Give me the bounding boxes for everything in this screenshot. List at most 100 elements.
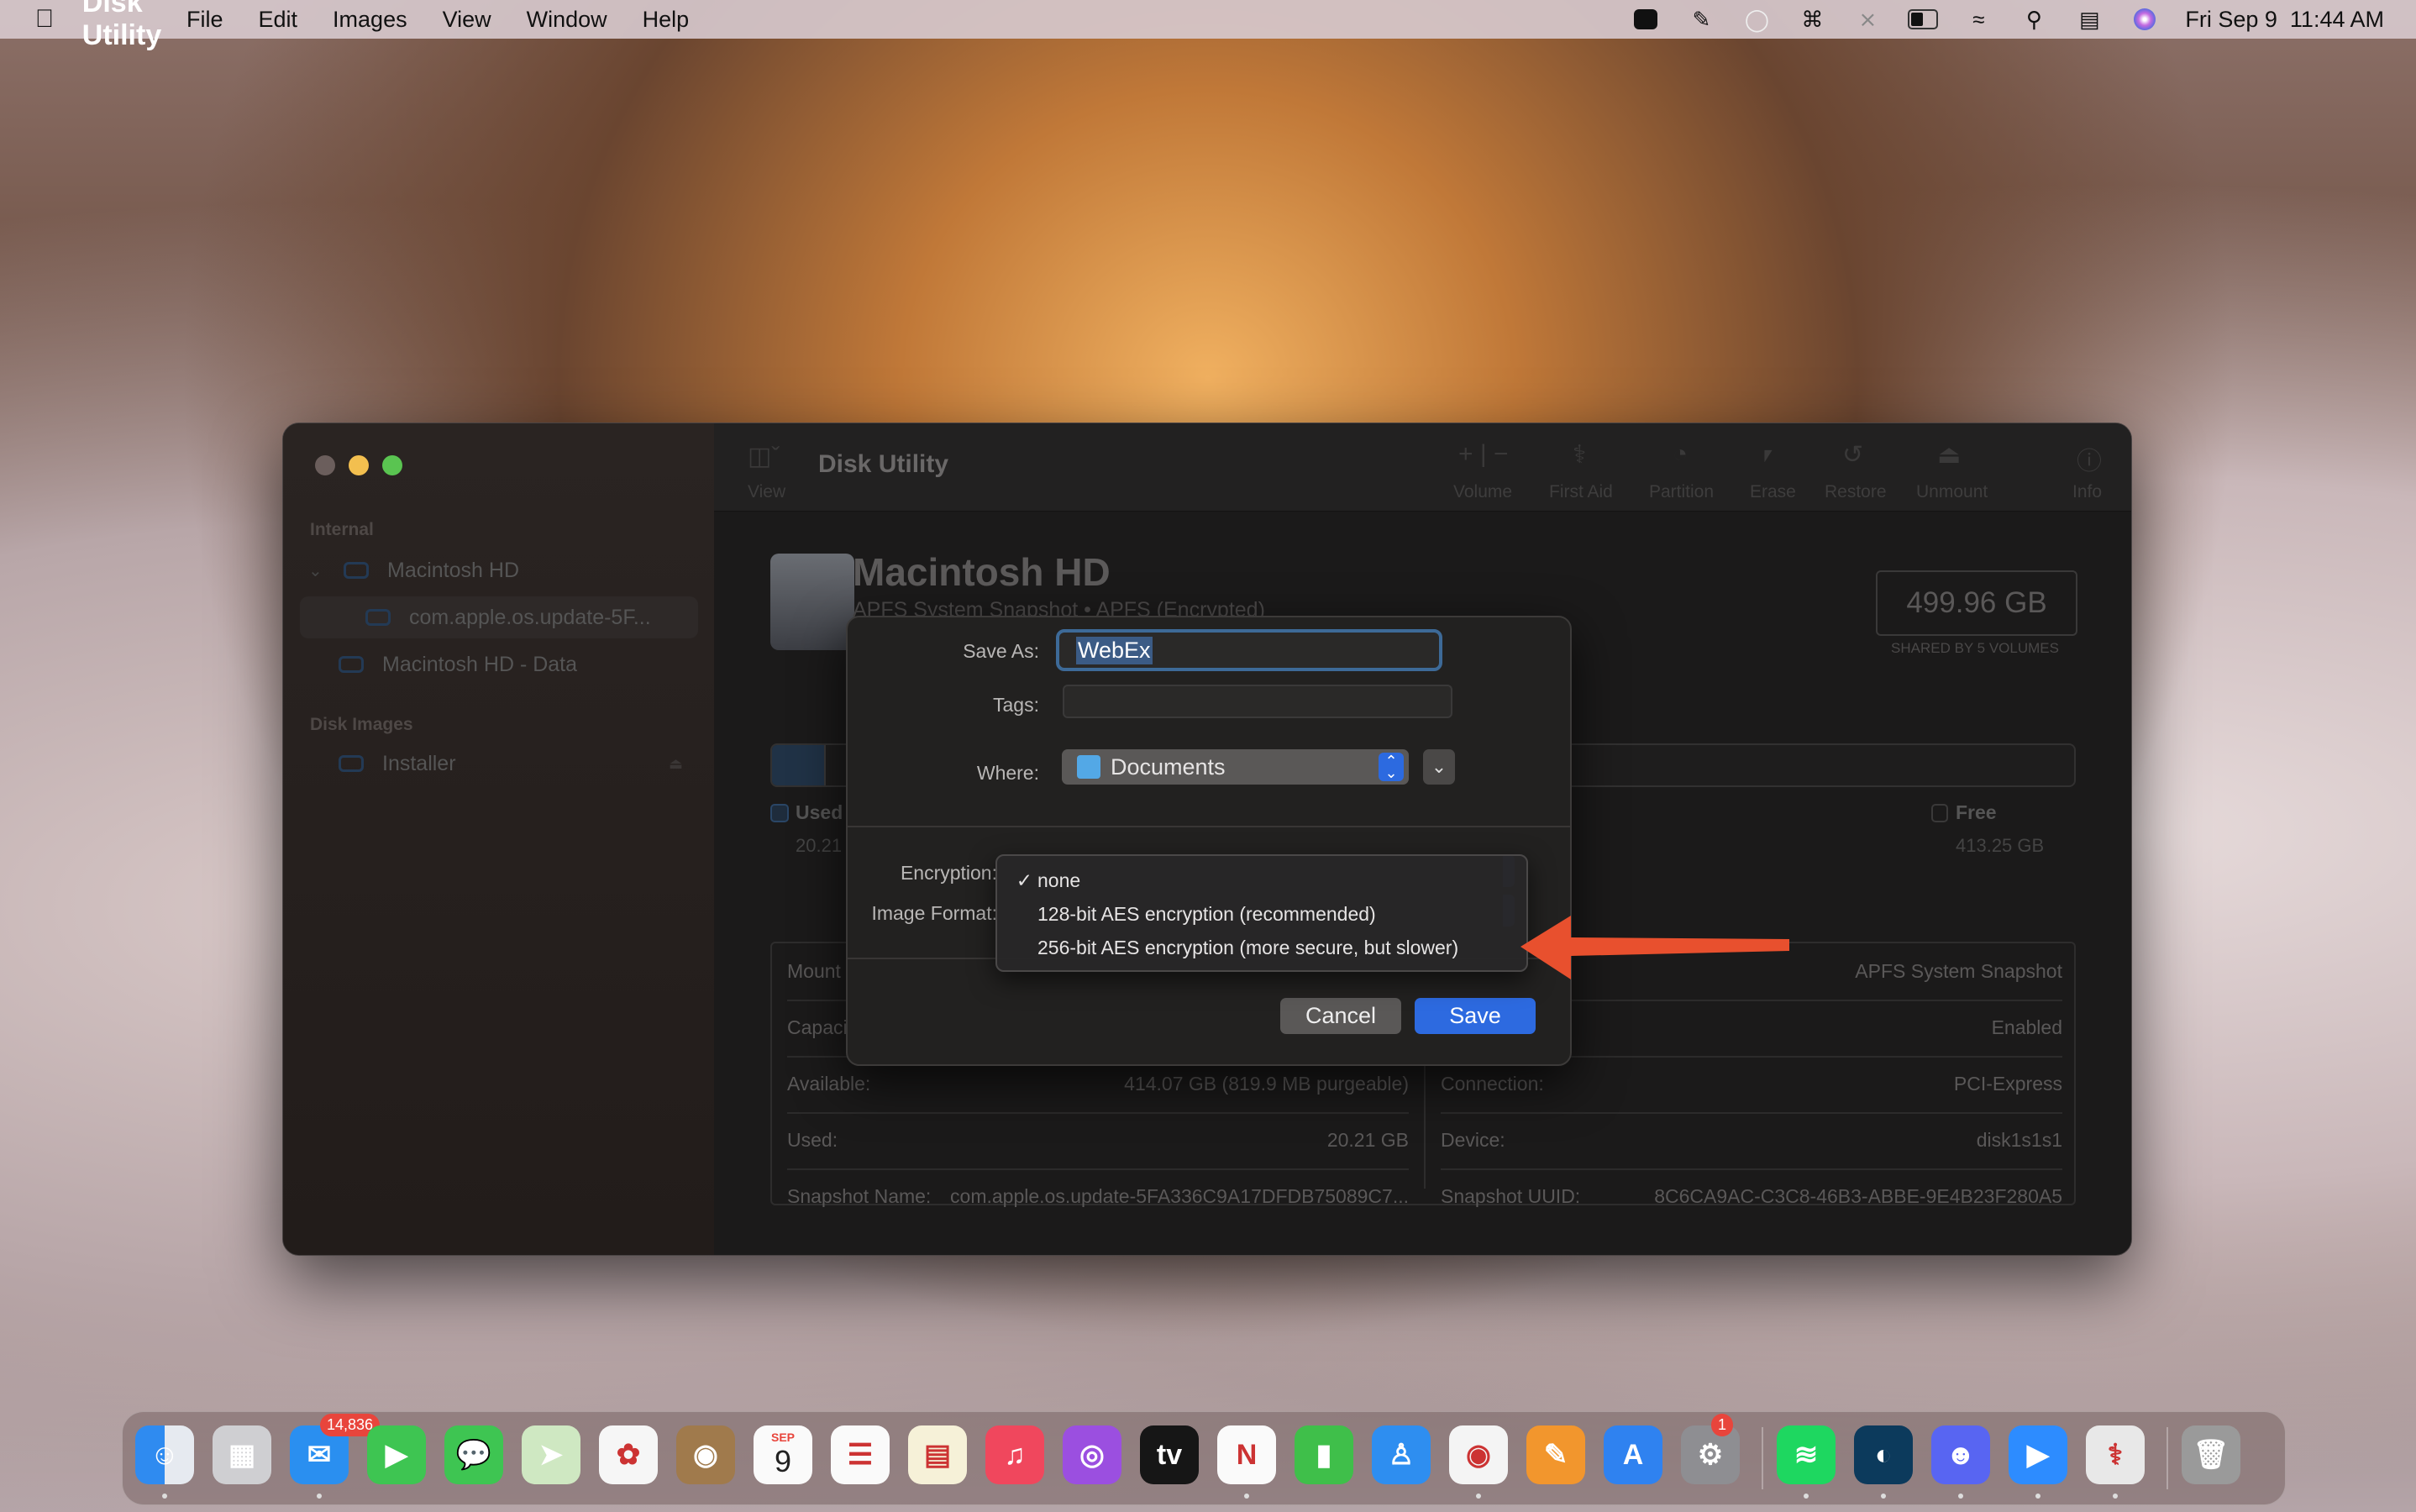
info-label: Snapshot UUID: — [1441, 1185, 1581, 1207]
toolbar: ◫ˇ View Disk Utility + | − Volume ⚕ Firs… — [714, 423, 2131, 512]
dock-launchpad-icon[interactable]: ▦ — [213, 1425, 271, 1484]
menu-item-label: 256-bit AES encryption (more secure, but… — [1037, 936, 1459, 958]
dock-maps-icon[interactable]: ➤ — [522, 1425, 580, 1484]
dock-photos-icon[interactable]: ✿ — [599, 1425, 658, 1484]
dock-system-preferences-icon[interactable]: ⚙ — [1681, 1425, 1740, 1484]
toolbar-info[interactable]: Info — [2072, 482, 2102, 502]
sidebar-item-snapshot[interactable]: com.apple.os.update-5F... — [300, 596, 698, 638]
control-center-icon[interactable]: ▤ — [2074, 7, 2104, 32]
dock-discord-icon[interactable]: ☻ — [1931, 1425, 1990, 1484]
dock-numbers-icon[interactable]: ▮ — [1295, 1425, 1353, 1484]
hard-drive-icon — [770, 554, 854, 650]
info-value: PCI-Express — [1953, 1073, 2062, 1095]
zoom-button[interactable] — [382, 455, 402, 475]
siri-icon[interactable] — [2130, 7, 2160, 32]
clock[interactable]: Fri Sep 9 11:44 AM — [2185, 7, 2384, 33]
dock-spotify-icon[interactable]: ≋ — [1777, 1425, 1836, 1484]
dock-music-icon[interactable]: ♫ — [985, 1425, 1044, 1484]
pen-icon[interactable]: ✎ — [1686, 7, 1716, 32]
used-label: Used — [796, 801, 843, 823]
encryption-label: Encryption: — [900, 862, 997, 884]
bluetooth-off-icon[interactable]: ⨯ — [1852, 7, 1883, 32]
chevron-down-icon[interactable]: ⌄ — [308, 560, 328, 581]
dock-separator — [1762, 1427, 1763, 1489]
close-button[interactable] — [315, 455, 335, 475]
info-label: Available: — [787, 1073, 871, 1095]
menu-edit[interactable]: Edit — [259, 7, 298, 33]
menu-images[interactable]: Images — [333, 7, 407, 33]
menu-help[interactable]: Help — [643, 7, 690, 33]
dock-disk-utility-icon[interactable]: ⚕ — [2086, 1425, 2145, 1484]
dock-zoom-icon[interactable]: ▶ — [2009, 1425, 2067, 1484]
dock-trash-icon[interactable]: 🗑 — [2182, 1425, 2240, 1484]
toolbar-unmount[interactable]: Unmount — [1916, 482, 1988, 502]
where-popup[interactable]: Documents ⌃ ⌄ — [1062, 749, 1409, 785]
toolbar-volume[interactable]: Volume — [1453, 482, 1512, 502]
wifi-icon[interactable]: ≈ — [1963, 7, 1993, 32]
sidebar-item-macintosh-hd-data[interactable]: Macintosh HD - Data — [300, 643, 698, 685]
partition-icon[interactable]: ◔ — [1673, 440, 1688, 469]
dock-messages-icon[interactable]: 💬 — [444, 1425, 503, 1484]
dock-keynote-icon[interactable]: ♙ — [1372, 1425, 1431, 1484]
drive-icon — [339, 656, 364, 673]
battery-icon[interactable] — [1908, 7, 1939, 32]
restore-icon[interactable]: ↺ — [1842, 440, 1863, 470]
running-indicator — [1881, 1494, 1886, 1499]
encryption-option-none[interactable]: ✓ none — [997, 864, 1526, 896]
sidebar-item-label: com.apple.os.update-5F... — [409, 605, 651, 629]
save-as-input[interactable]: WebEx — [1056, 629, 1442, 671]
dock-podcasts-icon[interactable]: ◎ — [1063, 1425, 1121, 1484]
tags-input[interactable] — [1063, 685, 1452, 718]
info-label: Used: — [787, 1129, 838, 1151]
encryption-option-256[interactable]: 256-bit AES encryption (more secure, but… — [997, 932, 1526, 963]
add-remove-volume-icon[interactable]: + | − — [1458, 440, 1509, 469]
minimize-button[interactable] — [349, 455, 369, 475]
dock-pages-icon[interactable]: ✎ — [1526, 1425, 1585, 1484]
zoom-icon[interactable] — [1631, 7, 1661, 32]
unmount-icon[interactable]: ⏏ — [1937, 440, 1961, 470]
info-row: Used: 20.21 GB — [787, 1112, 1409, 1168]
spotlight-icon[interactable]: ⚲ — [2019, 7, 2049, 32]
dock-contacts-icon[interactable]: ◉ — [676, 1425, 735, 1484]
drive-icon — [339, 755, 364, 772]
shortcut-icon[interactable]: ⌘ — [1797, 7, 1827, 32]
drive-icon — [344, 562, 369, 579]
window-title: Disk Utility — [818, 450, 949, 478]
apple-menu-icon[interactable]:  — [30, 5, 59, 34]
running-indicator — [1244, 1494, 1249, 1499]
menu-view[interactable]: View — [443, 7, 491, 33]
dock-chrome-icon[interactable]: ◉ — [1449, 1425, 1508, 1484]
menu-app-name[interactable]: Disk Utility — [82, 0, 161, 51]
sidebar-toggle-icon[interactable]: ◫ˇ — [748, 442, 780, 471]
dock-news-icon[interactable]: N — [1217, 1425, 1276, 1484]
encryption-option-128[interactable]: 128-bit AES encryption (recommended) — [997, 898, 1526, 930]
sidebar-item-installer[interactable]: Installer ⏏ — [300, 743, 698, 785]
sidebar-item-macintosh-hd[interactable]: ⌄ Macintosh HD — [300, 549, 706, 591]
cancel-button[interactable]: Cancel — [1280, 998, 1401, 1034]
toolbar-first-aid[interactable]: First Aid — [1549, 482, 1613, 502]
toolbar-partition[interactable]: Partition — [1649, 482, 1714, 502]
menu-window[interactable]: Window — [527, 7, 607, 33]
dock-webex-icon[interactable]: ◐ — [1854, 1425, 1913, 1484]
dock-facetime-icon[interactable]: ▶ — [367, 1425, 426, 1484]
info-icon[interactable]: ⓘ — [2077, 440, 2102, 477]
toolbar-restore[interactable]: Restore — [1825, 482, 1887, 502]
menu-file[interactable]: File — [186, 7, 223, 33]
save-button[interactable]: Save — [1415, 998, 1536, 1034]
eject-icon[interactable]: ⏏ — [669, 755, 683, 773]
dock-reminders-icon[interactable]: ☰ — [831, 1425, 890, 1484]
dock-app-store-icon[interactable]: A — [1604, 1425, 1662, 1484]
dock-tv-icon[interactable]: tv — [1140, 1425, 1199, 1484]
expand-dialog-button[interactable]: ⌄ — [1423, 749, 1455, 785]
dock-separator — [2167, 1427, 2168, 1489]
dock-notes-icon[interactable]: ▤ — [908, 1425, 967, 1484]
dock-finder-icon[interactable]: ☺ — [135, 1425, 194, 1484]
info-value: com.apple.os.update-5FA336C9A17DFDB75089… — [950, 1185, 1409, 1207]
erase-icon[interactable]: ⎖ — [1757, 440, 1778, 469]
stethoscope-icon[interactable]: ⚕ — [1573, 440, 1586, 470]
dock-calendar-icon[interactable]: SEP 9 — [754, 1425, 812, 1484]
loading-icon[interactable]: ◯ — [1741, 7, 1772, 32]
running-indicator — [162, 1494, 167, 1499]
arrow-shape — [1521, 916, 1789, 979]
toolbar-erase[interactable]: Erase — [1750, 482, 1796, 502]
